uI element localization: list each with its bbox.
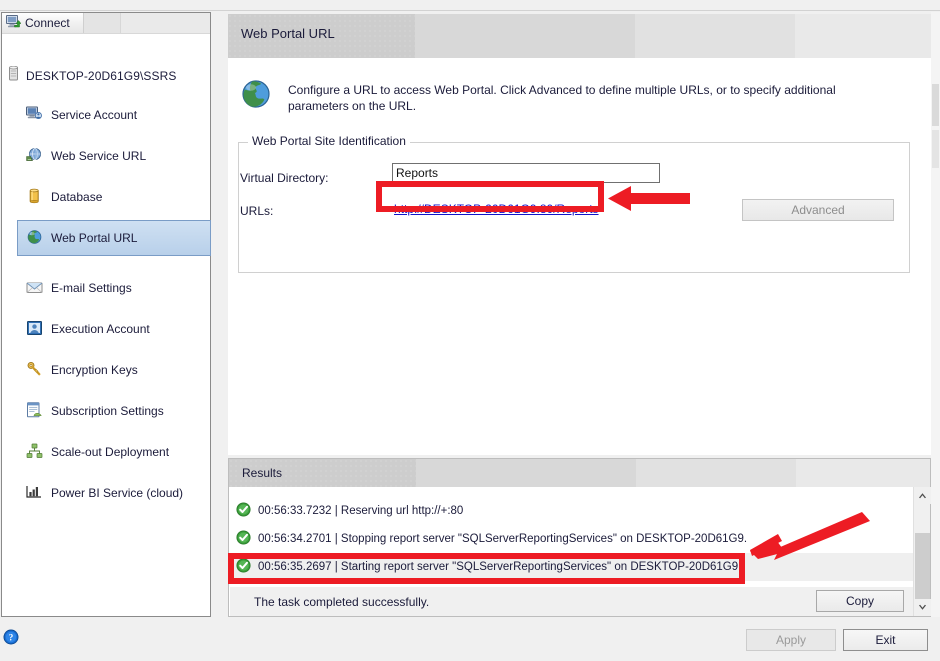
globe-icon	[26, 229, 43, 248]
sidebar-item-subscription-settings[interactable]: Subscription Settings	[18, 398, 210, 424]
sidebar-item-execution-account[interactable]: Execution Account	[18, 316, 210, 342]
results-banner: Results	[229, 459, 930, 487]
toolbar-gap-2	[121, 13, 210, 33]
sidebar-item-label: Web Portal URL	[51, 231, 137, 245]
results-title: Results	[242, 466, 282, 480]
top-divider	[0, 10, 940, 11]
subscription-settings-icon	[26, 402, 43, 421]
results-footer: The task completed successfully. Copy	[230, 587, 913, 616]
power-bi-icon	[26, 484, 43, 503]
scroll-up-arrow-icon[interactable]	[914, 487, 931, 504]
window-scrollbar-thumb[interactable]	[932, 84, 939, 126]
web-service-url-icon	[26, 147, 43, 166]
sidebar-root-label: DESKTOP-20D61G9\SSRS	[26, 69, 177, 83]
window-scrollbar[interactable]	[931, 12, 940, 617]
sidebar-item-label: Database	[51, 190, 102, 204]
success-check-icon	[236, 530, 251, 548]
results-row-text: 00:56:35.2697 | Starting report server "…	[258, 561, 741, 573]
advanced-button[interactable]: Advanced	[742, 199, 894, 221]
database-icon	[26, 188, 43, 207]
virtual-directory-input[interactable]	[392, 163, 660, 183]
content-pane: Configure a URL to access Web Portal. Cl…	[228, 58, 931, 455]
results-banner-segment-2	[416, 459, 636, 487]
results-row-text: 00:56:33.7232 | Reserving url http://+:8…	[258, 505, 463, 517]
execution-account-icon	[26, 320, 43, 339]
top-strip	[0, 0, 940, 11]
description-row: Configure a URL to access Web Portal. Cl…	[240, 78, 920, 114]
sidebar-item-service-account[interactable]: Service Account	[18, 102, 210, 128]
main-area: Web Portal URL Configure a URL to access…	[228, 12, 931, 617]
sidebar-item-email-settings[interactable]: E-mail Settings	[18, 275, 210, 301]
results-list: 00:56:33.7232 | Reserving url http://+:8…	[230, 487, 913, 587]
sidebar-item-database[interactable]: Database	[18, 184, 210, 210]
results-row: 00:56:34.2701 | Stopping report server "…	[230, 525, 913, 553]
sidebar-item-label: Power BI Service (cloud)	[51, 486, 183, 500]
sidebar-item-label: Encryption Keys	[51, 363, 138, 377]
apply-button[interactable]: Apply	[746, 629, 836, 651]
results-row: 00:56:35.2697 | Starting report server "…	[230, 553, 913, 581]
sidebar-item-web-service-url[interactable]: Web Service URL	[18, 143, 210, 169]
connect-computer-icon	[6, 15, 21, 32]
exit-button[interactable]: Exit	[843, 629, 928, 651]
help-icon[interactable]: ?	[3, 629, 19, 645]
results-scrollbar[interactable]	[913, 487, 930, 616]
group-legend: Web Portal Site Identification	[248, 134, 410, 148]
sidebar-item-label: Execution Account	[51, 322, 150, 336]
app-window: Connect DESKTOP-20D61G9\SSRS	[0, 0, 940, 661]
scroll-down-arrow-icon[interactable]	[914, 599, 931, 616]
sidebar-item-label: Scale-out Deployment	[51, 445, 169, 459]
urls-label: URLs:	[240, 204, 273, 218]
svg-text:?: ?	[9, 633, 14, 643]
window-scrollbar-thumb-secondary[interactable]	[932, 130, 939, 168]
toolbar-gap-1	[84, 13, 121, 33]
results-banner-segment-4	[796, 459, 930, 487]
sidebar-item-web-portal-url[interactable]: Web Portal URL	[17, 220, 211, 256]
connect-toolbar: Connect	[2, 13, 210, 34]
connect-button[interactable]: Connect	[2, 13, 84, 33]
sidebar-item-encryption-keys[interactable]: Encryption Keys	[18, 357, 210, 383]
results-banner-segment-3	[636, 459, 796, 487]
server-icon	[8, 66, 19, 85]
description-text: Configure a URL to access Web Portal. Cl…	[288, 78, 898, 114]
globe-icon	[240, 78, 272, 114]
page-title: Web Portal URL	[241, 26, 335, 41]
results-row: 00:56:33.7232 | Reserving url http://+:8…	[230, 497, 913, 525]
banner-segment-4	[795, 14, 931, 58]
sidebar-root-node[interactable]: DESKTOP-20D61G9\SSRS	[8, 66, 177, 85]
banner-segment-3	[635, 14, 795, 58]
copy-button[interactable]: Copy	[816, 590, 904, 612]
sidebar-tree: DESKTOP-20D61G9\SSRS Service Account	[2, 34, 210, 616]
footer-bar: ? Apply Exit	[0, 618, 940, 661]
connect-button-label: Connect	[25, 16, 70, 30]
sidebar-panel: Connect DESKTOP-20D61G9\SSRS	[1, 12, 211, 617]
key-icon	[26, 361, 43, 380]
sidebar-item-scale-out-deployment[interactable]: Scale-out Deployment	[18, 439, 210, 465]
scale-out-icon	[26, 443, 43, 462]
email-icon	[26, 279, 43, 298]
sidebar-item-label: Service Account	[51, 108, 137, 122]
sidebar-item-label: Web Service URL	[51, 149, 146, 163]
scrollbar-thumb[interactable]	[915, 533, 930, 601]
results-status-text: The task completed successfully.	[254, 595, 429, 609]
success-check-icon	[236, 558, 251, 576]
success-check-icon	[236, 502, 251, 520]
main-banner: Web Portal URL	[228, 14, 931, 58]
sidebar-item-power-bi-service[interactable]: Power BI Service (cloud)	[18, 480, 210, 506]
banner-segment-2	[415, 14, 635, 58]
sidebar-item-label: E-mail Settings	[51, 281, 132, 295]
results-panel: Results 00:56:33.7232 | Reserving url ht…	[228, 458, 931, 617]
sidebar-item-label: Subscription Settings	[51, 404, 164, 418]
results-row-text: 00:56:34.2701 | Stopping report server "…	[258, 533, 747, 545]
web-portal-url-link[interactable]: http://DESKTOP-20D61G9:80/Reports	[394, 202, 599, 216]
virtual-directory-label: Virtual Directory:	[240, 171, 328, 185]
service-account-icon	[26, 106, 43, 125]
